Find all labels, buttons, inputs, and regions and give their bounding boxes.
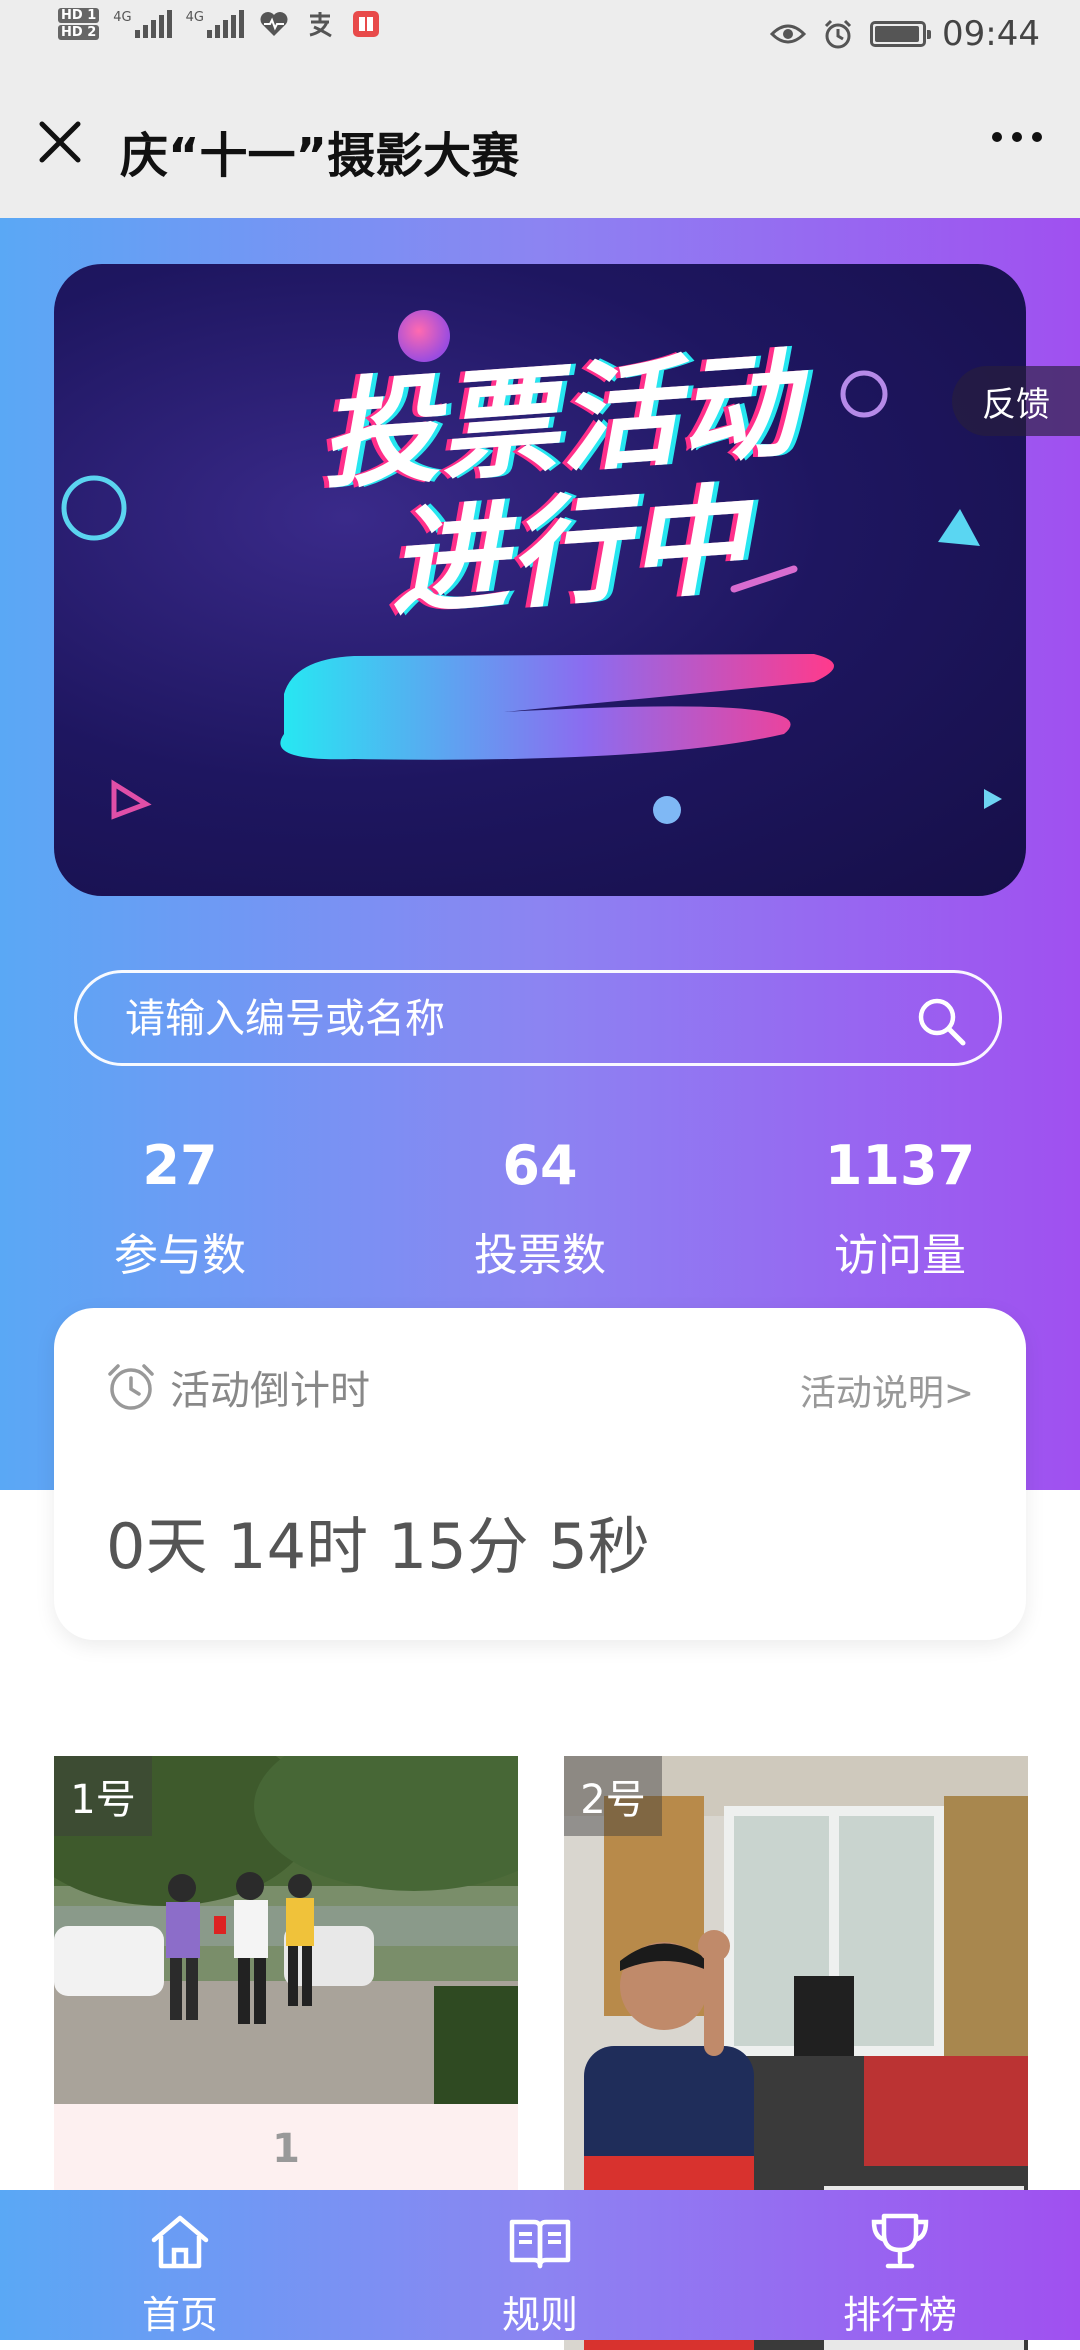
heart-rate-icon [258, 9, 290, 39]
banner-title: 投票活动 进行中 [256, 333, 873, 638]
stat-value: 27 [142, 1134, 218, 1197]
page-title: 庆“十一”摄影大赛 [120, 128, 520, 184]
stat-votes: 64 投票数 [430, 1133, 650, 1283]
trophy-icon [871, 2213, 929, 2269]
hd-badges: HD 1 HD 2 [58, 8, 100, 40]
countdown-card: 活动倒计时 活动说明> 0天 14时 15分 5秒 [54, 1308, 1026, 1640]
search-input[interactable] [123, 973, 887, 1065]
search-bar [74, 970, 1002, 1066]
nav-rules[interactable]: 规则 [360, 2190, 720, 2340]
stat-label: 访问量 [834, 1230, 966, 1281]
eye-icon [770, 24, 807, 44]
countdown-label: 活动倒计时 [170, 1368, 370, 1414]
status-bar-right: 09:44 [770, 14, 1040, 54]
search-icon[interactable] [913, 993, 969, 1049]
stat-value: 1137 [824, 1134, 976, 1197]
nav-home-label: 首页 [141, 2293, 218, 2337]
signal-label: 4G [113, 10, 132, 25]
close-icon[interactable] [30, 112, 90, 172]
hero-section: 投票活动 进行中 反馈 27 参与数 64 投票数 1137 访问量 [0, 218, 1080, 1490]
stats-row: 27 参与数 64 投票数 1137 访问量 [0, 1133, 1080, 1283]
stat-participants: 27 参与数 [70, 1133, 290, 1283]
feedback-button[interactable]: 反馈 [952, 366, 1080, 436]
hd1-badge: HD 1 [58, 8, 100, 23]
voting-banner[interactable]: 投票活动 进行中 [54, 264, 1026, 896]
nav-home[interactable]: 首页 [0, 2190, 360, 2340]
countdown-header: 活动倒计时 [104, 1358, 370, 1416]
book-icon [509, 2219, 571, 2269]
nav-ranking-label: 排行榜 [842, 2293, 957, 2337]
status-bar: HD 1 HD 2 4G 4G 09:44 [0, 0, 1080, 72]
status-time: 09:44 [942, 14, 1040, 54]
app-header: 庆“十一”摄影大赛 [0, 72, 1080, 218]
hd2-badge: HD 2 [58, 25, 100, 40]
entry-number-label: 2号 [564, 1756, 662, 1836]
alarm-clock-icon [108, 1364, 154, 1410]
stat-visits: 1137 访问量 [790, 1133, 1010, 1283]
signal-label-2: 4G [185, 10, 204, 25]
entry-number-label: 1号 [54, 1756, 152, 1836]
nav-ranking[interactable]: 排行榜 [720, 2190, 1080, 2340]
nav-rules-label: 规则 [501, 2293, 578, 2337]
more-options-icon[interactable] [992, 132, 1042, 142]
battery-icon [870, 21, 932, 47]
entry-vote-count: 1 [54, 2104, 518, 2194]
stat-value: 64 [502, 1134, 578, 1197]
bottom-nav: 首页 规则 排行榜 [0, 2190, 1080, 2340]
alipay-icon [304, 9, 336, 39]
alarm-status-icon [824, 19, 852, 49]
stat-label: 参与数 [114, 1230, 246, 1281]
countdown-timer: 0天 14时 15分 5秒 [106, 1510, 650, 1583]
signal-2-icon: 4G [186, 10, 244, 38]
status-bar-left: HD 1 HD 2 4G 4G [58, 8, 382, 40]
signal-1-icon: 4G [113, 10, 172, 38]
book-app-icon [350, 9, 382, 39]
stat-label: 投票数 [474, 1230, 606, 1281]
home-icon [151, 2215, 209, 2269]
activity-info-link[interactable]: 活动说明> [800, 1364, 974, 1416]
